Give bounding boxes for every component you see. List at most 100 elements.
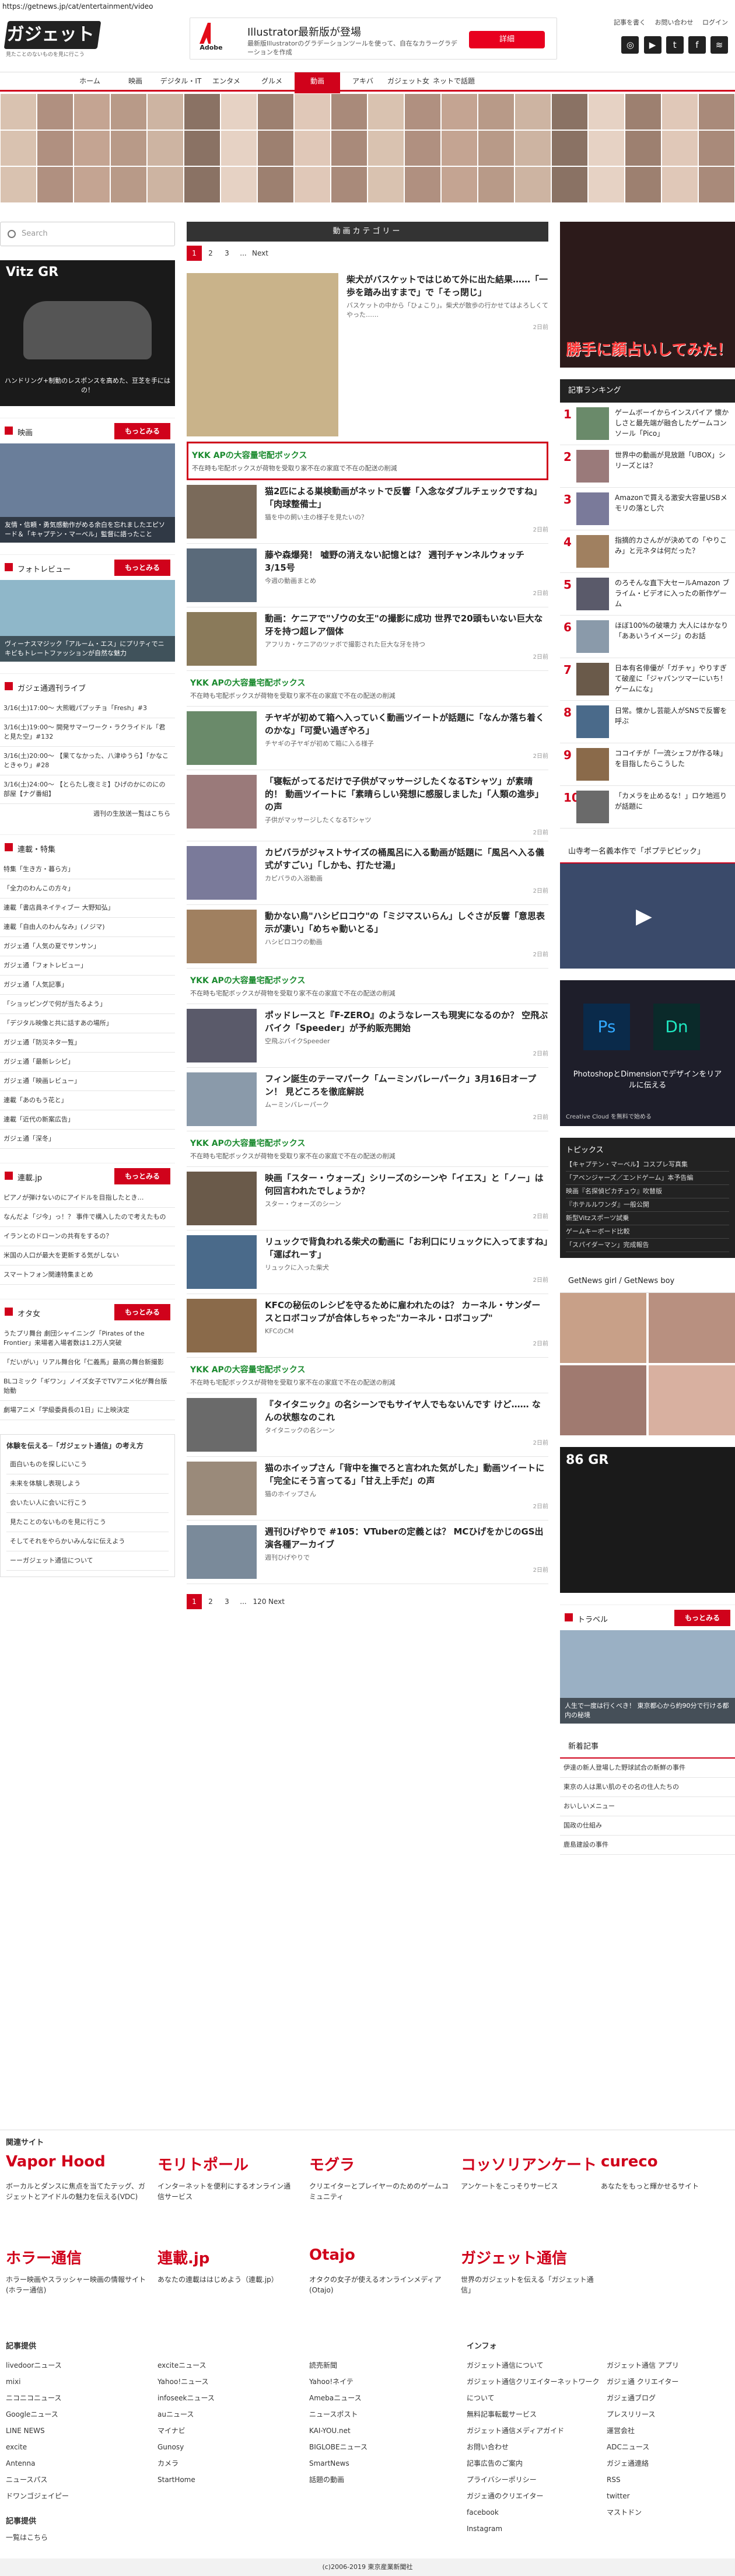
- list-item[interactable]: 3/16(土)19:00〜 開発サマーワーク・ラクライドル「君と見た空」#132: [0, 718, 175, 747]
- footer-link[interactable]: ガジェット通信について: [467, 2357, 601, 2374]
- portrait-image[interactable]: [588, 130, 625, 167]
- portrait-image[interactable]: [220, 93, 257, 130]
- footer-link[interactable]: 話題の動画: [309, 2472, 368, 2488]
- pager-item[interactable]: 1: [187, 246, 202, 261]
- list-item[interactable]: 国政の仕組み: [560, 1816, 735, 1836]
- topic-item[interactable]: 新型Vitzスポーツ試乗: [566, 1212, 729, 1225]
- sponsored-highlight[interactable]: YKK APの大容量宅配ボックス 不在時も宅配ボックスが荷物を受取り家不在の家庭…: [187, 442, 548, 480]
- portrait-image[interactable]: [294, 166, 331, 203]
- list-item[interactable]: そしてそれをやらかいみんなに伝えよう: [6, 1532, 169, 1551]
- portrait-image[interactable]: [478, 130, 514, 167]
- ranking-item[interactable]: 6 ほぼ100%の破壊力 大人にはかなり「ああいうイメージ」のお話: [560, 616, 735, 658]
- footer-link[interactable]: 読売新聞: [309, 2357, 368, 2374]
- portrait-image[interactable]: [625, 166, 662, 203]
- portrait-image[interactable]: [74, 93, 110, 130]
- pager-item[interactable]: 3: [219, 1594, 235, 1609]
- article-item[interactable]: 猫2匹による巣検動画がネットで反響「入念なダブルチェックですね」「肉球整備士」猫…: [187, 480, 548, 544]
- portrait-image[interactable]: [331, 130, 368, 167]
- article-item[interactable]: カピバラがジャストサイズの桶風呂に入る動画が話題に「風呂へ入る儀式がすごい」「し…: [187, 841, 548, 905]
- footer-link[interactable]: お問い合わせ: [467, 2439, 601, 2455]
- portrait-image[interactable]: [514, 130, 551, 167]
- portrait-image[interactable]: [147, 166, 184, 203]
- pager-item[interactable]: Next: [252, 246, 268, 261]
- related-site[interactable]: 連載.jp あなたの連載ははじめよう（連載.jp）: [158, 2246, 298, 2351]
- topic-item[interactable]: 映画『名探偵ピカチュウ』吹替版: [566, 1185, 729, 1198]
- portrait-image[interactable]: [184, 130, 220, 167]
- footer-link[interactable]: ガジェット通信 アプリ: [607, 2357, 679, 2374]
- article-item[interactable]: フィン誕生のテーマパーク「ムーミンバレーパーク」3月16日オープン！ 見どころを…: [187, 1068, 548, 1131]
- list-item[interactable]: ガジェ通「防災ネタ一覧」: [0, 1033, 175, 1053]
- list-item[interactable]: 「ショッピングで何が当たるよう」: [0, 995, 175, 1014]
- ranking-item[interactable]: 10 「カメラを止めるな！」ロケ地巡りが話題に: [560, 786, 735, 829]
- article-item[interactable]: 映画「スター・ウォーズ」シリーズのシーンや「イエス」と「ノー」は何回言われたでし…: [187, 1167, 548, 1231]
- portrait-image[interactable]: [662, 166, 698, 203]
- portrait-image[interactable]: [551, 166, 588, 203]
- footer-link[interactable]: マイナビ: [158, 2423, 215, 2439]
- list-item[interactable]: 鹿島建設の事件: [560, 1836, 735, 1855]
- portrait-image[interactable]: [74, 130, 110, 167]
- footer-link[interactable]: infoseekニュース: [158, 2390, 215, 2406]
- rss-icon[interactable]: ≋: [710, 36, 728, 54]
- portrait-image[interactable]: [441, 93, 478, 130]
- 86gr-ad[interactable]: 86 GR: [560, 1447, 735, 1593]
- list-item[interactable]: 会いたい人に会いに行こう: [6, 1494, 169, 1513]
- movie-more-button[interactable]: もっとみる: [114, 423, 170, 439]
- related-site[interactable]: ホラー通信 ホラー映画やスラッシャー映画の情報サイト(ホラー通信): [6, 2246, 146, 2351]
- footer-link[interactable]: ガジェ通連絡: [607, 2455, 679, 2472]
- list-item[interactable]: 3/16(土)17:00〜 大熊戦パプッチョ「Fresh」#3: [0, 699, 175, 718]
- movie-feature[interactable]: 友情・信頼・勇気感動作がめる余白を忘れましたエピソード＆「キャプテン・マーベル」…: [0, 443, 175, 543]
- ranking-item[interactable]: 8 日常。懐かし芸能人がSNSで反響を呼ぶ: [560, 701, 735, 743]
- gnb-image[interactable]: [649, 1365, 735, 1435]
- portrait-image[interactable]: [698, 130, 735, 167]
- article-item[interactable]: リュックで背負われる柴犬の動画に「お利口にリュックに入ってますね」「運ばれーす」…: [187, 1231, 548, 1294]
- article-featured[interactable]: 柴犬がバスケットではじめて外に出た結果……「一歩を踏み出すまで」で「そっ閉じ」 …: [187, 265, 548, 442]
- list-item[interactable]: ガジェ通「人気の夏でサンサン」: [0, 937, 175, 956]
- footer-link[interactable]: BIGLOBEニュース: [309, 2439, 368, 2455]
- portrait-image[interactable]: [257, 130, 294, 167]
- youtube-icon[interactable]: ▶: [643, 36, 662, 54]
- portrait-image[interactable]: [368, 93, 404, 130]
- photo-more-button[interactable]: もっとみる: [114, 560, 170, 576]
- portrait-image[interactable]: [220, 166, 257, 203]
- footer-link[interactable]: マストドン: [607, 2504, 679, 2521]
- portrait-image[interactable]: [184, 166, 220, 203]
- ranking-item[interactable]: 1 ゲームボーイからインスパイア 懐かしさと最先端が融合したゲームコンソール「Pi…: [560, 403, 735, 445]
- list-item[interactable]: ガジェ通「映画レビュー」: [0, 1072, 175, 1091]
- topic-item[interactable]: 【キャプテン・マーベル】コスプレ写真集: [566, 1158, 729, 1172]
- article-item[interactable]: 動かない鳥"ハシビロコウ"の「ミジマスいらん」しぐさが反響「意思表示が凄い」「め…: [187, 905, 548, 969]
- footer-link[interactable]: Instagram: [467, 2521, 601, 2537]
- list-item[interactable]: ガジェ通「人気記事」: [0, 976, 175, 995]
- portrait-image[interactable]: [110, 166, 147, 203]
- article-item[interactable]: 動画：ケニアで"ゾウの女王"の撮影に成功 世界で20頭もいない巨大な牙を持つ超レ…: [187, 607, 548, 671]
- list-item[interactable]: 連載「近代の新案広告」: [0, 1110, 175, 1130]
- related-site[interactable]: コッソリアンケート アンケートをこっそりサービス: [461, 2153, 601, 2258]
- contact-link[interactable]: お問い合わせ: [655, 19, 694, 26]
- list-item[interactable]: 「だいがい」リアル舞台化「仁義馬」最高の舞台新撮影: [0, 1353, 175, 1372]
- list-item[interactable]: スマートフォン関連特集まとめ: [0, 1266, 175, 1285]
- article-item[interactable]: KFCの秘伝のレシピを守るために雇われたのは？ カーネル・サンダースとロボコップ…: [187, 1294, 548, 1358]
- footer-link[interactable]: StartHome: [158, 2472, 215, 2488]
- topic-item[interactable]: ゲームキーボード比較: [566, 1225, 729, 1239]
- sponsored-item[interactable]: YKK APの大容量宅配ボックス 不在時も宅配ボックスが荷物を受取り家不在の家庭で…: [187, 671, 548, 707]
- portrait-image[interactable]: [257, 166, 294, 203]
- list-item[interactable]: 3/16(土)24:00〜 【とらたし夜ミミ】ひげのかにのにの部屋【ナグ番組】: [0, 775, 175, 804]
- portrait-image[interactable]: [551, 130, 588, 167]
- ranking-item[interactable]: 7 日本有名俳優が「ガチャ」やりすぎて破産に「ジャパンツマーにいち！ ゲームにな」: [560, 658, 735, 701]
- related-site[interactable]: Vapor Hood ボーカルとダンスに焦点を当てたテッグ、ガジェットとアイドルの…: [6, 2153, 146, 2258]
- sponsored-item[interactable]: YKK APの大容量宅配ボックス 不在時も宅配ボックスが荷物を受取り家不在の家庭で…: [187, 969, 548, 1004]
- login-link[interactable]: ログイン: [702, 19, 728, 26]
- list-item[interactable]: 連載「あのもう花と」: [0, 1091, 175, 1110]
- footer-link[interactable]: livedoorニュース: [6, 2357, 69, 2374]
- ranking-item[interactable]: 3 Amazonで買える激安大容量USBメモリの落とし穴: [560, 488, 735, 530]
- footer-link[interactable]: ガジェット通信メディアガイド: [467, 2423, 601, 2439]
- portrait-image[interactable]: [257, 93, 294, 130]
- portrait-image[interactable]: [0, 130, 37, 167]
- footer-link[interactable]: ガジェ通のクリエイター: [467, 2488, 601, 2504]
- travel-feature[interactable]: 人生で一度は行くべき！ 東京都心から約90分で行ける都内の秘境: [560, 1630, 735, 1724]
- footer-link[interactable]: Antenna: [6, 2455, 69, 2472]
- portrait-image[interactable]: [588, 166, 625, 203]
- article-item[interactable]: 「寝転がってるだけで子供がマッサージしたくなるTシャツ」が素晴的！ 動画ツイート…: [187, 770, 548, 841]
- yamadera-video[interactable]: ▶: [560, 864, 735, 969]
- footer-link[interactable]: Googleニュース: [6, 2406, 69, 2423]
- footer-link[interactable]: Amebaニュース: [309, 2390, 368, 2406]
